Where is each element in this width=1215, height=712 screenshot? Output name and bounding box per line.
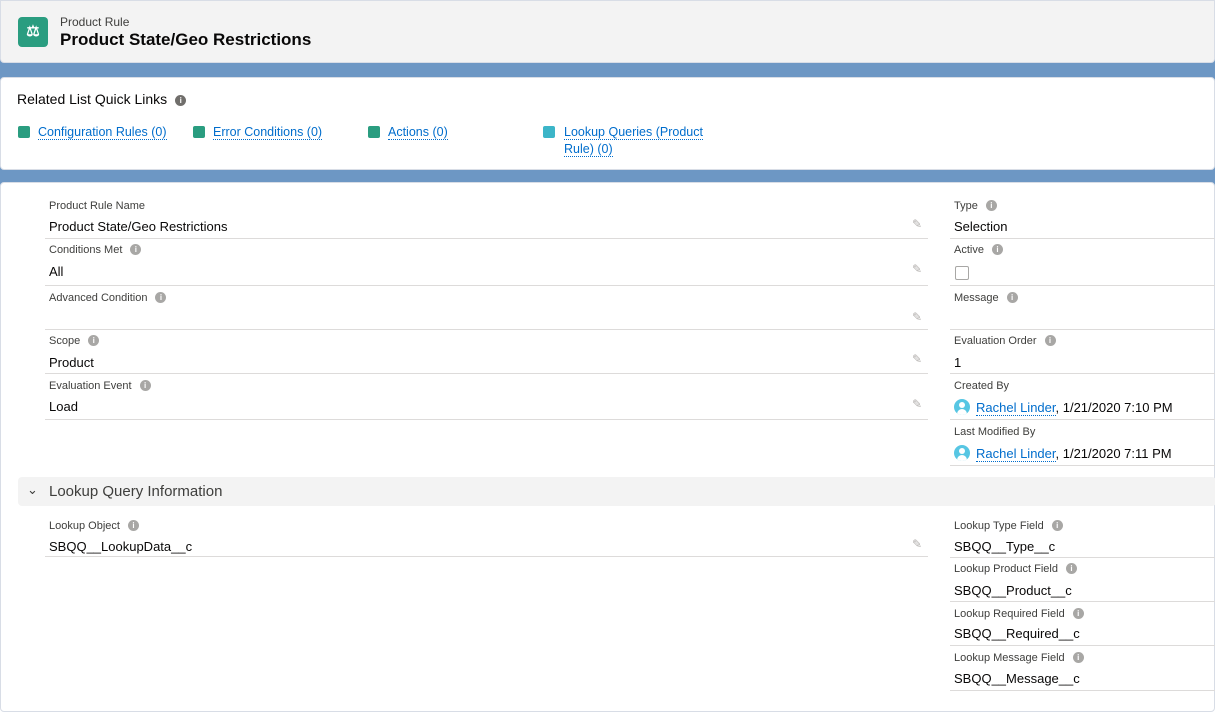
active-checkbox bbox=[955, 266, 969, 280]
field-label: Advanced Condition i bbox=[49, 292, 167, 304]
object-label: Product Rule bbox=[60, 15, 130, 29]
field-evaluation-event: Evaluation Event i Load ✎ bbox=[45, 374, 928, 420]
scales-icon: ⚖ bbox=[18, 17, 48, 47]
quick-link-lookup-queries[interactable]: Lookup Queries (Product Rule) (0) bbox=[543, 124, 723, 158]
custom-object-icon bbox=[543, 126, 555, 138]
record-header: ⚖ Product Rule Product State/Geo Restric… bbox=[0, 0, 1215, 63]
scales-icon bbox=[193, 126, 205, 138]
field-last-modified-by: Last Modified By Rachel Linder, 1/21/202… bbox=[950, 420, 1215, 466]
field-value: SBQQ__LookupData__c bbox=[49, 539, 193, 554]
scales-icon bbox=[368, 126, 380, 138]
record-title: Product State/Geo Restrictions bbox=[60, 30, 312, 49]
field-lookup-required-field: Lookup Required Field i SBQQ__Required__c bbox=[950, 602, 1215, 646]
edit-pencil-icon[interactable]: ✎ bbox=[912, 262, 922, 276]
quick-link-configuration-rules[interactable]: Configuration Rules (0) bbox=[18, 124, 167, 141]
field-evaluation-order: Evaluation Order i 1 bbox=[950, 330, 1215, 374]
info-icon[interactable]: i bbox=[1072, 608, 1084, 619]
chevron-down-icon: ⌄ bbox=[27, 482, 38, 497]
section-title: Lookup Query Information bbox=[49, 483, 223, 500]
field-label: Lookup Message Field i bbox=[954, 652, 1084, 664]
field-label: Lookup Product Field i bbox=[954, 563, 1077, 575]
field-value: Rachel Linder, 1/21/2020 7:11 PM bbox=[954, 445, 1172, 462]
field-label: Lookup Required Field i bbox=[954, 608, 1084, 620]
user-link[interactable]: Rachel Linder bbox=[976, 446, 1056, 462]
field-value: SBQQ__Product__c bbox=[954, 583, 1072, 598]
edit-pencil-icon[interactable]: ✎ bbox=[912, 310, 922, 324]
field-label: Message i bbox=[954, 292, 1018, 304]
user-link[interactable]: Rachel Linder bbox=[976, 400, 1056, 416]
field-advanced-condition: Advanced Condition i ✎ bbox=[45, 286, 928, 330]
record-detail: Product Rule Name Product State/Geo Rest… bbox=[0, 182, 1215, 712]
quick-link-actions[interactable]: Actions (0) bbox=[368, 124, 448, 141]
field-lookup-object: Lookup Object i SBQQ__LookupData__c ✎ bbox=[45, 517, 928, 557]
field-value: SBQQ__Message__c bbox=[954, 671, 1080, 686]
field-value: Load bbox=[49, 399, 78, 414]
field-product-rule-name: Product Rule Name Product State/Geo Rest… bbox=[45, 197, 928, 239]
field-type: Type i Selection bbox=[950, 197, 1215, 239]
info-icon[interactable]: i bbox=[155, 292, 167, 303]
info-icon[interactable]: i bbox=[1051, 520, 1063, 531]
info-icon[interactable]: i bbox=[1065, 563, 1077, 574]
field-value: SBQQ__Required__c bbox=[954, 626, 1080, 641]
field-created-by: Created By Rachel Linder, 1/21/2020 7:10… bbox=[950, 374, 1215, 420]
edit-pencil-icon[interactable]: ✎ bbox=[912, 397, 922, 411]
field-label: Created By bbox=[954, 380, 1010, 392]
field-label: Type i bbox=[954, 200, 997, 212]
info-icon[interactable]: i bbox=[127, 520, 139, 531]
field-label: Lookup Object i bbox=[49, 520, 139, 532]
field-lookup-type-field: Lookup Type Field i SBQQ__Type__c bbox=[950, 517, 1215, 558]
field-value: Product State/Geo Restrictions bbox=[49, 219, 228, 234]
field-value: Rachel Linder, 1/21/2020 7:10 PM bbox=[954, 399, 1173, 416]
info-icon[interactable]: i bbox=[130, 244, 142, 255]
field-label: Scope i bbox=[49, 335, 100, 347]
user-avatar-icon bbox=[954, 399, 970, 415]
edit-pencil-icon[interactable]: ✎ bbox=[912, 352, 922, 366]
info-icon[interactable]: i bbox=[985, 200, 997, 211]
field-value: 1 bbox=[954, 355, 962, 370]
section-lookup-query-information[interactable]: ⌄ Lookup Query Information bbox=[18, 477, 1215, 506]
field-value: Selection bbox=[954, 219, 1008, 234]
edit-pencil-icon[interactable]: ✎ bbox=[912, 537, 922, 551]
scales-icon bbox=[18, 126, 30, 138]
field-label: Conditions Met i bbox=[49, 244, 142, 256]
field-label: Lookup Type Field i bbox=[954, 520, 1063, 532]
info-icon[interactable]: i bbox=[139, 380, 151, 391]
info-icon[interactable]: i bbox=[991, 244, 1003, 255]
info-icon[interactable]: i bbox=[175, 95, 187, 106]
related-list-quick-links: Related List Quick Links i Configuration … bbox=[0, 77, 1215, 170]
edit-pencil-icon[interactable]: ✎ bbox=[912, 217, 922, 231]
field-scope: Scope i Product ✎ bbox=[45, 330, 928, 374]
info-icon[interactable]: i bbox=[1044, 335, 1056, 346]
field-value: Product bbox=[49, 355, 94, 370]
field-lookup-message-field: Lookup Message Field i SBQQ__Message__c bbox=[950, 646, 1215, 691]
field-label: Last Modified By bbox=[954, 426, 1036, 438]
field-lookup-product-field: Lookup Product Field i SBQQ__Product__c bbox=[950, 558, 1215, 602]
field-message: Message i bbox=[950, 286, 1215, 330]
field-value: SBQQ__Type__c bbox=[954, 539, 1056, 554]
field-label: Evaluation Event i bbox=[49, 380, 151, 392]
info-icon[interactable]: i bbox=[88, 335, 100, 346]
user-avatar-icon bbox=[954, 445, 970, 461]
field-conditions-met: Conditions Met i All ✎ bbox=[45, 239, 928, 286]
quick-links-title: Related List Quick Links i bbox=[17, 91, 187, 107]
quick-link-error-conditions[interactable]: Error Conditions (0) bbox=[193, 124, 323, 141]
field-active: Active i bbox=[950, 239, 1215, 286]
field-label: Evaluation Order i bbox=[954, 335, 1056, 347]
field-label: Active i bbox=[954, 244, 1003, 256]
field-label: Product Rule Name bbox=[49, 200, 145, 212]
info-icon[interactable]: i bbox=[1006, 292, 1018, 303]
field-value: All bbox=[49, 264, 64, 279]
info-icon[interactable]: i bbox=[1072, 652, 1084, 663]
